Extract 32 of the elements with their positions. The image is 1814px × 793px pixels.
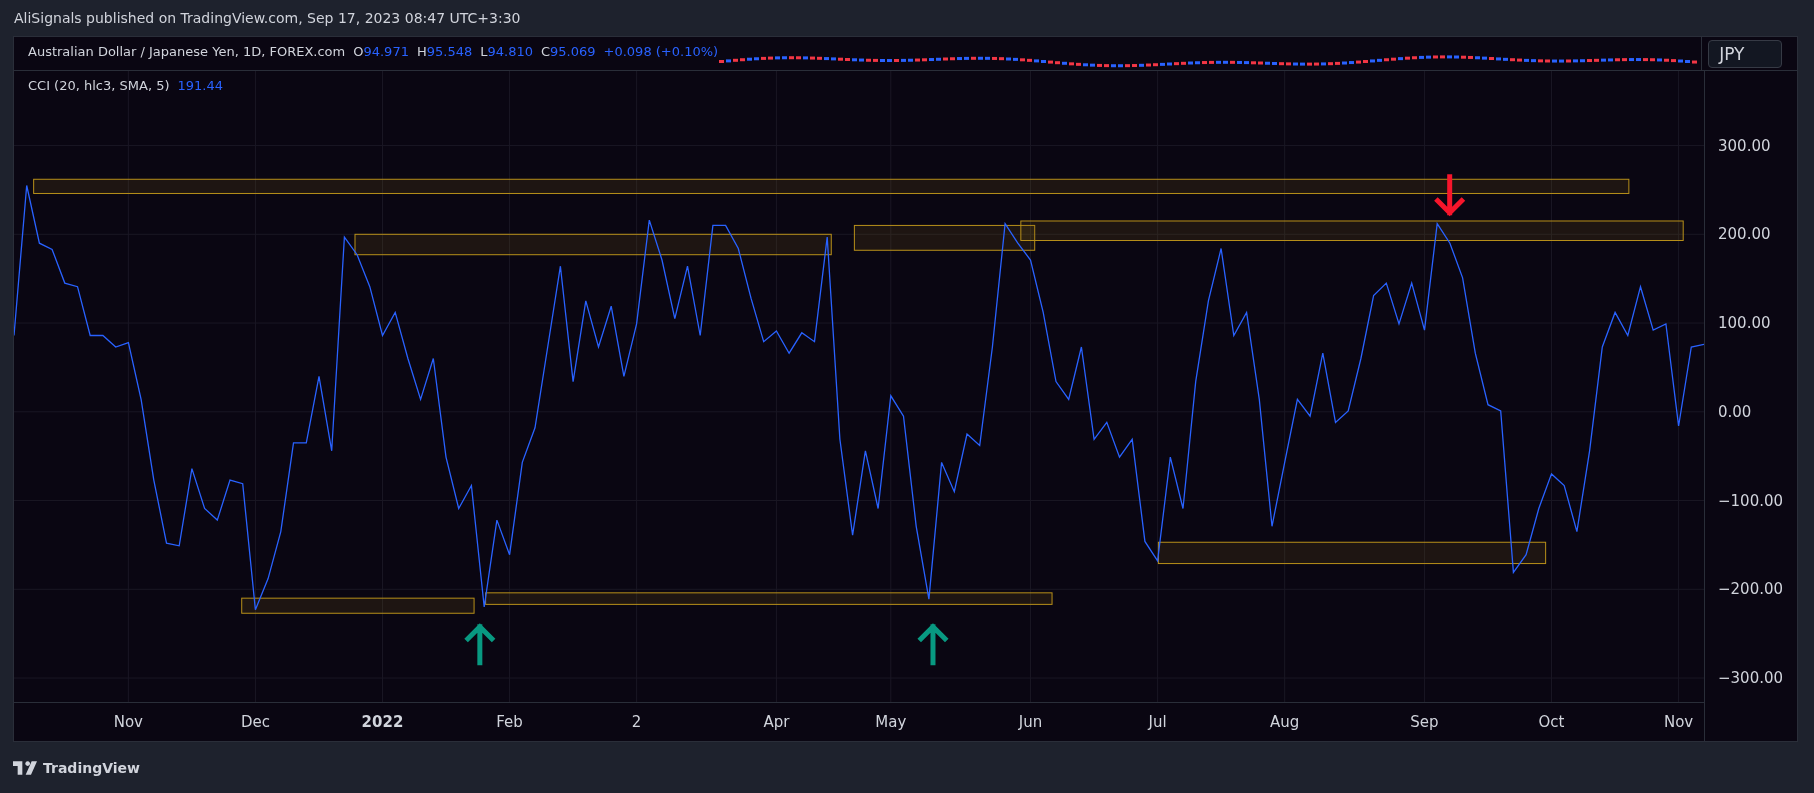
x-axis-label: Apr [763,713,790,731]
ohlc-value: O94.971 [353,44,409,59]
x-axis-label: May [875,713,907,731]
y-axis-label: −300.00 [1718,669,1784,688]
x-axis-label: Aug [1270,713,1300,731]
ohlc-value: L94.810 [480,44,533,59]
y-axis-label: −200.00 [1718,580,1784,599]
indicator-value: 191.44 [177,78,223,93]
x-axis-label: 2 [631,713,642,731]
x-axis-label: Oct [1538,713,1565,731]
y-axis-label: 200.00 [1718,225,1771,244]
published-caption: AliSignals published on TradingView.com, Sep 17, 2023 08:47 UTC+3:30 [14,10,521,26]
x-axis-label: Jun [1018,713,1043,731]
ohlc-value: H95.548 [416,44,473,59]
x-axis-label: Sep [1410,713,1439,731]
x-axis-label: Feb [496,713,523,731]
y-axis-label: −100.00 [1718,491,1784,510]
price-change: +0.098 (+0.10%) [603,44,719,59]
brand-name: TradingView [43,759,140,776]
symbol-title: Australian Dollar / Japanese Yen, 1D, FOREX.com [28,44,346,59]
logo-icon [13,760,37,775]
x-axis-label: Jul [1148,713,1167,731]
x-axis-label: 2022 [361,713,404,731]
ohlc-value: C95.069 [540,44,596,59]
y-axis-label: 300.00 [1718,136,1771,155]
x-axis-label: Nov [1663,713,1694,731]
y-axis-label: 100.00 [1718,314,1771,333]
y-axis-label: 0.00 [1718,402,1752,421]
indicator-name: CCI (20, hlc3, SMA, 5) [28,78,170,93]
currency-button[interactable]: JPY [1708,40,1783,68]
x-axis-label: Nov [113,713,143,731]
x-axis-label: Dec [240,713,270,731]
